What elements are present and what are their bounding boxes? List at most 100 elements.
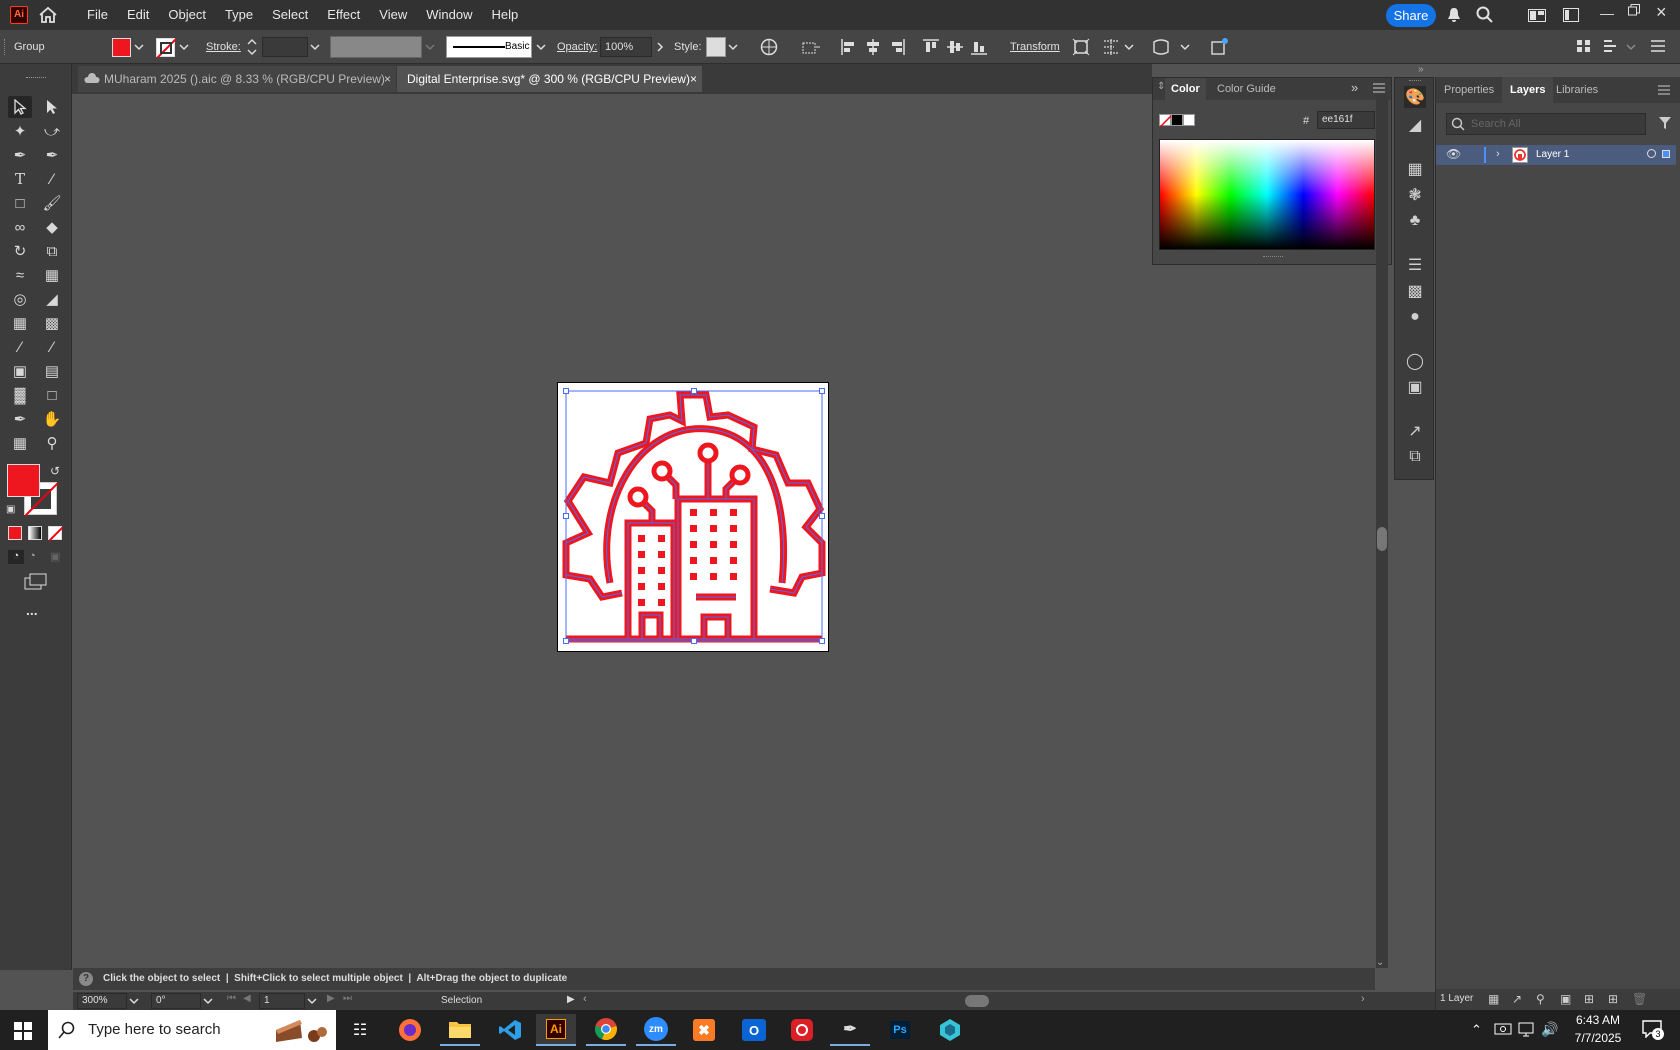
curvature-tool-icon[interactable]: ✒	[40, 144, 64, 166]
chevron-down-icon[interactable]	[1180, 42, 1190, 52]
symbol-sprayer-tool-icon[interactable]: ▤	[40, 360, 64, 382]
new-layer-icon[interactable]: ⊞	[1608, 992, 1618, 1006]
pen-tool-icon[interactable]: ✒	[8, 144, 32, 166]
stroke-weight-input[interactable]	[262, 37, 308, 57]
tab-color[interactable]: Color	[1165, 78, 1206, 100]
minimize-icon[interactable]: —	[1600, 5, 1614, 21]
zoom-tool-icon[interactable]: ⚲	[40, 432, 64, 454]
chevron-right-icon[interactable]	[656, 41, 664, 53]
artboard[interactable]	[557, 382, 829, 652]
delete-layer-icon[interactable]: 🗑	[1632, 992, 1647, 1006]
layers-search-box[interactable]: Search All	[1446, 113, 1646, 135]
stroke-panel-icon[interactable]: ☰	[1404, 254, 1426, 276]
eye-icon[interactable]: 👁	[1446, 147, 1461, 161]
rotation-input[interactable]: 0°	[151, 993, 201, 1009]
arrange-documents-icon[interactable]	[1563, 8, 1579, 22]
line-tool-icon[interactable]: ∕	[40, 168, 64, 190]
align-to-icon[interactable]	[800, 38, 822, 56]
chevron-down-icon[interactable]	[129, 996, 139, 1006]
chevron-down-icon[interactable]	[536, 42, 546, 52]
menu-view[interactable]: View	[370, 0, 417, 30]
gradient-tool-icon[interactable]: ▩	[40, 312, 64, 334]
resize-grip-icon[interactable]	[1263, 256, 1283, 257]
last-artboard-icon[interactable]: ⏭	[343, 993, 352, 1004]
align-top-icon[interactable]	[922, 38, 940, 56]
tab-close-icon[interactable]: ×	[384, 66, 391, 92]
stroke-swatch[interactable]	[156, 38, 176, 58]
tab-digital-enterprise[interactable]: Digital Enterprise.svg* @ 300 % (RGB/CPU…	[397, 66, 702, 92]
transparency-panel-icon[interactable]: ●	[1404, 306, 1426, 328]
edit-toolbar-icon[interactable]: ...	[26, 602, 38, 618]
fill-swatch[interactable]	[112, 38, 131, 57]
vscode-icon[interactable]	[490, 1014, 530, 1046]
image-trace-icon[interactable]	[1210, 36, 1230, 56]
tab-color-guide[interactable]: Color Guide	[1211, 78, 1282, 100]
tab-properties[interactable]: Properties	[1444, 77, 1494, 103]
zoom-input[interactable]: 300%	[77, 993, 127, 1009]
layer-row[interactable]: 👁 › Layer 1	[1436, 145, 1676, 165]
firefox-icon[interactable]	[390, 1014, 430, 1046]
opacity-input[interactable]: 100%	[600, 37, 652, 57]
target-icon[interactable]	[1647, 149, 1656, 158]
selection-handle-7[interactable]	[691, 638, 697, 644]
first-artboard-icon[interactable]: ⏮	[227, 993, 236, 1004]
toolbar-grip[interactable]	[26, 77, 46, 78]
draw-inside-icon[interactable]: ▣	[50, 550, 60, 563]
rectangle-tool-icon[interactable]: □	[8, 192, 32, 214]
chevron-down-icon[interactable]: ⌄	[1376, 957, 1384, 968]
color-mode-button[interactable]	[8, 526, 22, 540]
free-transform-tool-icon[interactable]: ▦	[40, 264, 64, 286]
menu-help[interactable]: Help	[482, 0, 528, 30]
transform-button[interactable]: Transform	[1010, 41, 1060, 53]
bell-icon[interactable]	[1447, 7, 1461, 23]
none-mode-button[interactable]	[48, 526, 63, 541]
artboard-tool-icon[interactable]: □	[40, 384, 64, 406]
new-sublayer-icon[interactable]: ⊞	[1584, 992, 1594, 1006]
magic-wand-icon[interactable]: ✦	[8, 120, 32, 142]
status-menu-arrow-icon[interactable]: ▶	[567, 994, 575, 1005]
notification-center-icon[interactable]: 3	[1642, 1020, 1664, 1040]
eyedropper-tool-icon[interactable]: ∕	[8, 336, 32, 358]
opacity-label[interactable]: Opacity:	[557, 41, 597, 53]
home-icon[interactable]	[38, 6, 58, 24]
clock-date[interactable]: 7/7/2025	[1570, 1031, 1626, 1045]
panel-menu-icon[interactable]	[1658, 85, 1670, 95]
align-right-icon[interactable]	[888, 38, 906, 56]
photoshop-icon[interactable]: Ps	[880, 1014, 920, 1046]
artboard-number-input[interactable]: 1	[259, 993, 305, 1009]
hand-tool-icon[interactable]: ✋	[40, 408, 64, 430]
brush-definition[interactable]: Basic	[446, 36, 532, 58]
locate-object-icon[interactable]: ⚲	[1536, 992, 1545, 1006]
pen-app-icon[interactable]: ✒	[830, 1014, 870, 1046]
align-bottom-icon[interactable]	[970, 38, 988, 56]
width-tool-icon[interactable]: ≈	[8, 264, 32, 286]
lasso-icon[interactable]: ⤻	[40, 120, 64, 142]
export-icon[interactable]: ↗	[1512, 992, 1522, 1006]
chevron-down-icon[interactable]	[134, 42, 144, 52]
menu-select[interactable]: Select	[263, 0, 318, 30]
draw-behind-icon[interactable]: ◔	[29, 550, 36, 562]
chevron-down-icon[interactable]	[179, 42, 189, 52]
workspace-icon[interactable]	[1528, 9, 1546, 22]
white-swatch[interactable]	[1183, 114, 1195, 126]
tab-close-icon[interactable]: ×	[690, 66, 697, 92]
clock-time[interactable]: 6:43 AM	[1570, 1013, 1626, 1027]
eraser-tool-icon[interactable]: ◆	[40, 216, 64, 238]
style-swatch[interactable]	[706, 37, 726, 57]
direct-selection-tool-icon[interactable]	[40, 96, 64, 118]
search-icon[interactable]	[1476, 6, 1494, 24]
selection-handle-4[interactable]	[563, 513, 569, 519]
menu-object[interactable]: Object	[159, 0, 216, 30]
shape-builder-tool-icon[interactable]: ◎	[8, 288, 32, 310]
next-artboard-icon[interactable]: ▶	[327, 993, 335, 1004]
collapse-right-icon[interactable]: »	[1418, 64, 1424, 75]
export-panel-icon[interactable]: ↗	[1404, 420, 1426, 442]
strip-grip[interactable]	[1409, 80, 1421, 81]
panel-options-icon[interactable]	[1602, 38, 1618, 54]
selection-tool-icon[interactable]	[8, 96, 32, 118]
black-swatch[interactable]	[1171, 114, 1183, 126]
hex-input[interactable]: ee161f	[1317, 111, 1375, 129]
color-guide-panel-icon[interactable]: ◢	[1404, 114, 1426, 136]
type-tool-icon[interactable]: T	[8, 168, 32, 190]
vertical-scrollbar[interactable]: ⌄	[1376, 95, 1388, 968]
